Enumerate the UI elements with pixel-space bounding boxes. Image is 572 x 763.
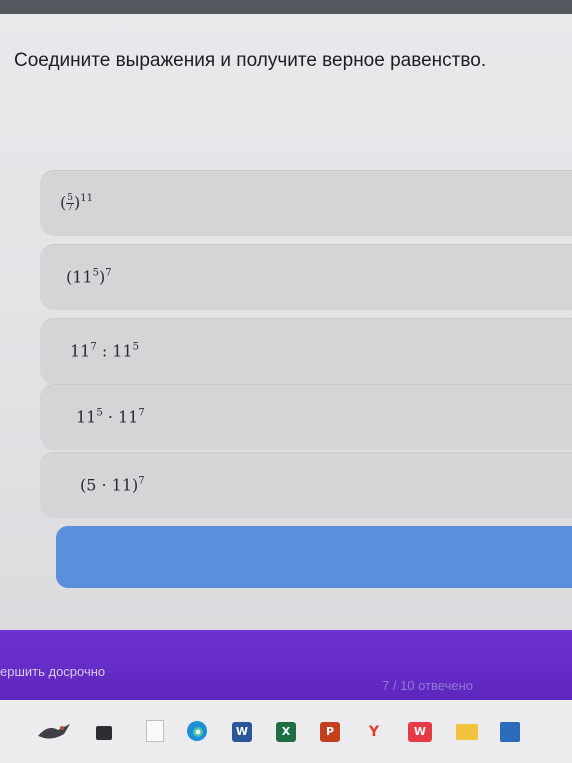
submit-button[interactable] xyxy=(56,526,572,588)
base: (5 · 11) xyxy=(80,475,139,495)
wps-icon[interactable]: W xyxy=(408,722,432,742)
expression-text: (5 7)11 xyxy=(60,193,93,213)
base-b: 11 xyxy=(112,341,133,361)
expression-text: (5 · 11)7 xyxy=(80,476,145,495)
base: (11 xyxy=(66,267,93,287)
operator: : xyxy=(96,341,113,361)
edge-icon[interactable] xyxy=(186,720,208,747)
expression-card-5[interactable]: (5 · 11)7 xyxy=(40,452,572,518)
fraction-denominator: 7 xyxy=(67,203,73,213)
folder-icon[interactable] xyxy=(96,726,112,740)
operator: · xyxy=(102,407,118,427)
exponent: 7 xyxy=(138,475,145,487)
expression-card-1[interactable]: (5 7)11 xyxy=(40,170,572,236)
expression-card-2[interactable]: (115)7 xyxy=(40,244,572,310)
yandex-icon[interactable]: Y xyxy=(364,722,384,742)
powerpoint-icon[interactable]: P xyxy=(320,722,340,742)
finish-early-link[interactable]: ершить досрочно xyxy=(0,664,105,679)
expression-text: 115 · 117 xyxy=(76,408,145,427)
expression-card-4[interactable]: 115 · 117 xyxy=(40,384,572,450)
exponent: 7 xyxy=(105,267,112,279)
file-explorer-icon[interactable] xyxy=(456,724,478,740)
word-icon[interactable]: W xyxy=(232,722,252,742)
progress-counter: 7 / 10 отвечено xyxy=(382,678,474,693)
expression-card-3[interactable]: 117 : 115 xyxy=(40,318,572,384)
base-a: 11 xyxy=(70,341,91,361)
document-icon[interactable] xyxy=(146,720,164,742)
exponent: 11 xyxy=(80,193,93,204)
question-text: Соедините выражения и получите верное ра… xyxy=(14,50,487,71)
base-b: 11 xyxy=(118,407,139,427)
exponent-b: 5 xyxy=(132,341,140,353)
expression-text: (115)7 xyxy=(66,268,112,287)
excel-icon[interactable]: X xyxy=(276,722,296,742)
expression-text: 117 : 115 xyxy=(70,342,139,361)
fraction: 57 xyxy=(66,194,74,213)
base-a: 11 xyxy=(76,407,97,427)
taskbar: W X P Y W xyxy=(0,700,572,763)
top-window-strip xyxy=(0,0,572,14)
bird-icon[interactable] xyxy=(36,720,76,747)
exponent-b: 7 xyxy=(138,407,145,419)
store-icon[interactable] xyxy=(500,722,520,742)
